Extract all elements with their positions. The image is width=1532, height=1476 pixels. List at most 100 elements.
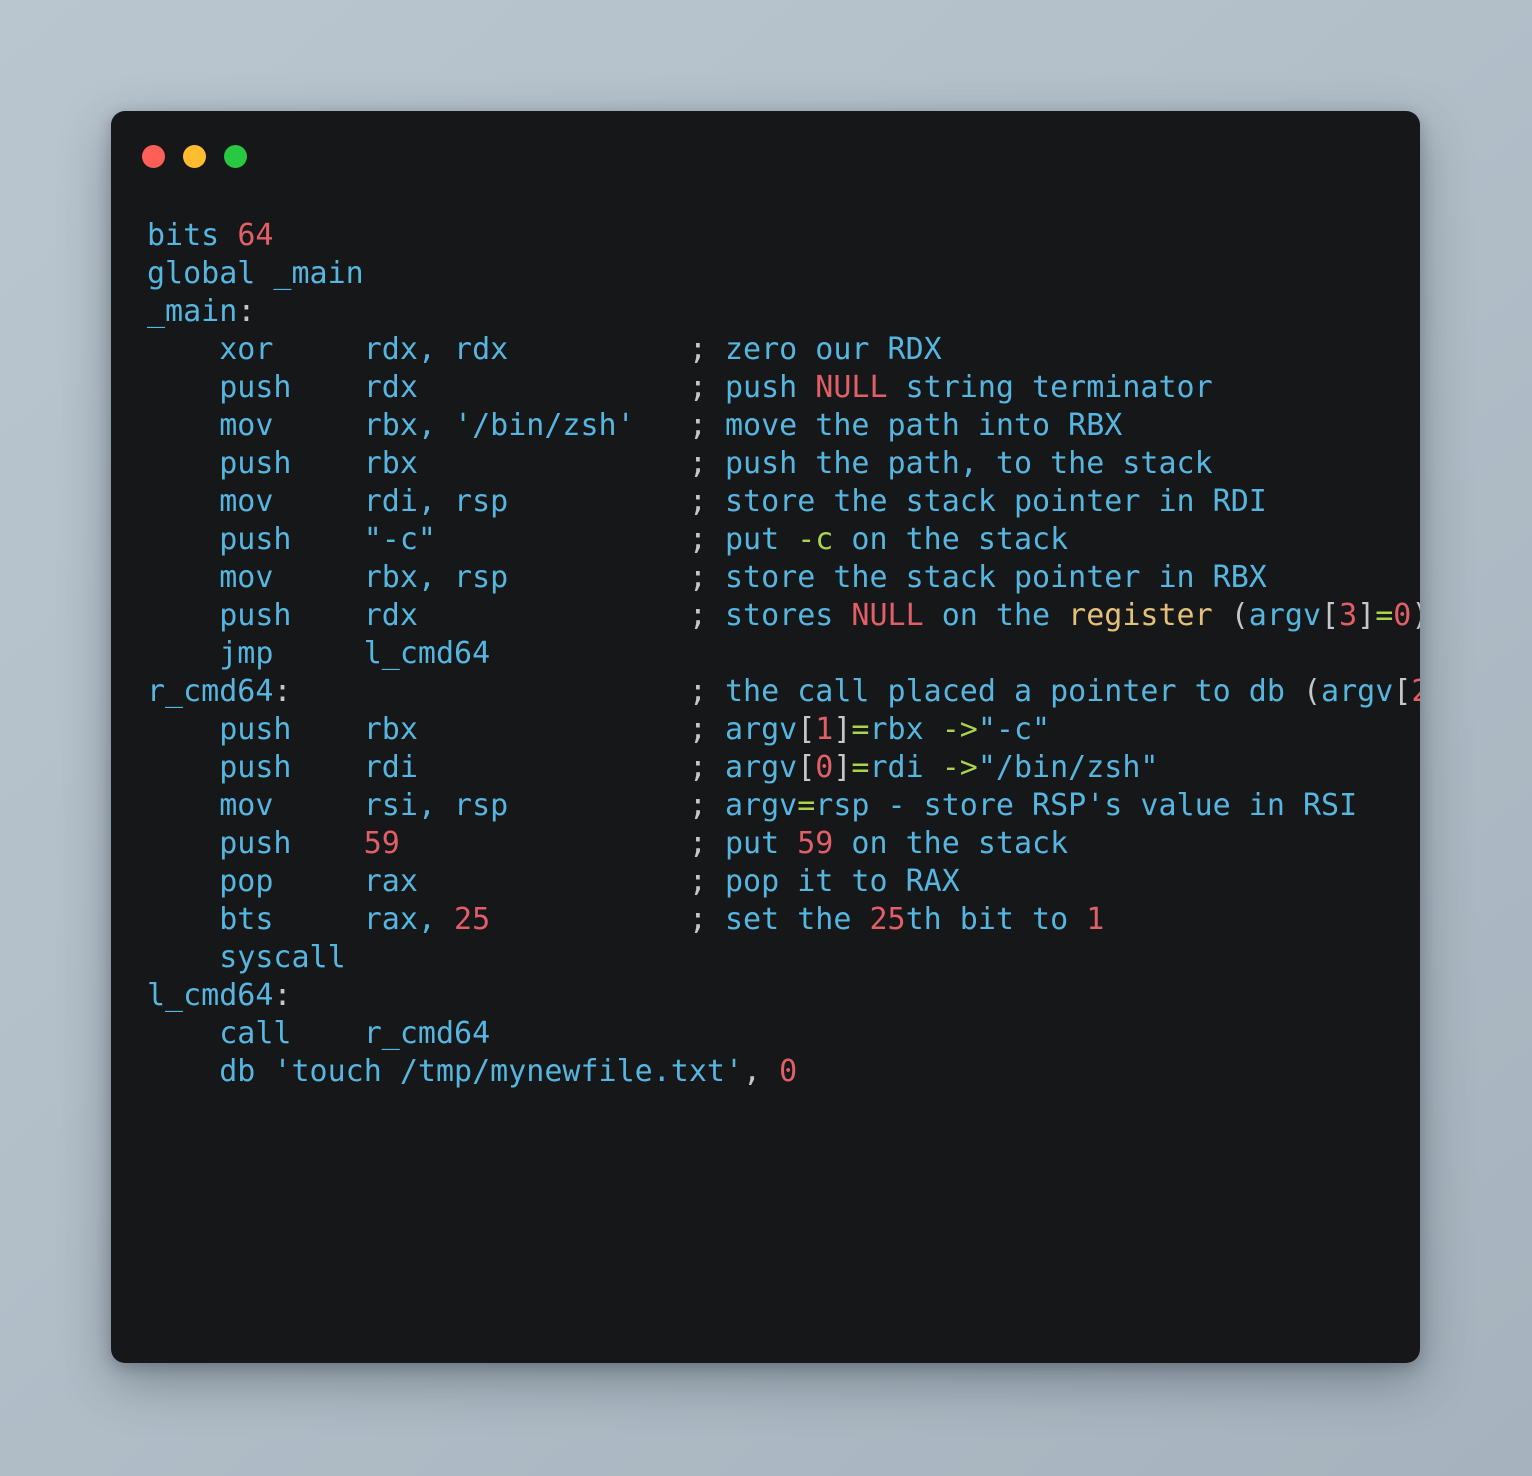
code-token: ;: [688, 750, 707, 785]
code-token: 1: [815, 712, 834, 747]
maximize-button-icon[interactable]: [224, 144, 247, 168]
code-token: argv: [706, 750, 798, 785]
code-line: mov rbx, rsp ; store the stack pointer i…: [147, 559, 1410, 597]
code-token: =: [851, 712, 870, 747]
code-token: mov rdi, rsp: [147, 484, 689, 519]
code-token: push the path, to the stack: [706, 446, 1213, 481]
code-token: xor rdx, rdx: [147, 332, 689, 367]
code-token: ;: [688, 826, 707, 861]
code-token: ,: [743, 1054, 762, 1089]
code-token: ;: [688, 674, 707, 709]
code-token: 1: [1086, 902, 1105, 937]
code-line: push rdx ; stores NULL on the register (…: [147, 597, 1420, 635]
code-token: store the stack pointer in RBX: [706, 560, 1267, 595]
code-token: argv: [706, 712, 798, 747]
code-token: "/bin/zsh": [977, 750, 1159, 785]
code-token: [: [797, 750, 816, 785]
code-token: 25: [869, 902, 906, 937]
code-token: argv: [1248, 598, 1322, 633]
code-line: push rbx ; push the path, to the stack: [147, 445, 1410, 483]
code-line: xor rdx, rdx ; zero our RDX: [147, 331, 1410, 369]
code-token: th bit to: [905, 902, 1087, 937]
code-token: 3: [1339, 598, 1358, 633]
code-token: push: [706, 370, 816, 405]
code-token: on the stack: [833, 826, 1069, 861]
code-line: push "-c" ; put -c on the stack: [147, 521, 1410, 559]
code-token: ;: [688, 902, 707, 937]
code-token: ;: [688, 408, 707, 443]
code-token: [: [797, 712, 816, 747]
code-line: push rbx ; argv[1]=rbx ->"-c": [147, 711, 1410, 749]
code-token: push "-c": [147, 522, 689, 557]
code-token: push rbx: [147, 446, 689, 481]
code-token: mov rsi, rsp: [147, 788, 689, 823]
code-token: ]: [833, 712, 852, 747]
code-editor-window: bits 64 global _main _main: xor rdx, rdx ;…: [111, 111, 1420, 1363]
code-token: move the path into RBX: [706, 408, 1123, 443]
code-token: ->: [941, 712, 978, 747]
code-token: 2: [1411, 674, 1420, 709]
code-token: NULL: [815, 370, 888, 405]
code-token: ]: [1357, 598, 1376, 633]
code-token: ;: [688, 788, 707, 823]
code-token: ;: [688, 332, 707, 367]
code-token: call r_cmd64: [147, 1016, 491, 1051]
code-token: 0: [779, 1054, 798, 1089]
code-line: call r_cmd64: [147, 1015, 1410, 1053]
code-token: register: [1068, 598, 1213, 633]
window-titlebar[interactable]: [111, 111, 1420, 201]
code-line: bits 64: [147, 217, 1410, 255]
code-line: push rdx ; push NULL string terminator: [147, 369, 1410, 407]
code-block[interactable]: bits 64 global _main _main: xor rdx, rdx ;…: [147, 217, 1420, 1353]
code-line: pop rax ; pop it to RAX: [147, 863, 1410, 901]
code-token: store the stack pointer in RDI: [706, 484, 1267, 519]
traffic-light-group: [142, 144, 247, 168]
code-token: syscall: [147, 940, 346, 975]
code-token: (: [1212, 598, 1249, 633]
code-token: 0: [1393, 598, 1412, 633]
code-token: ;: [688, 370, 707, 405]
code-token: the call placed a pointer to db: [706, 674, 1303, 709]
code-line: mov rbx, '/bin/zsh' ; move the path into…: [147, 407, 1410, 445]
code-token: pop rax: [147, 864, 689, 899]
code-token: set the: [706, 902, 870, 937]
code-token: ]: [833, 750, 852, 785]
code-token: mov rbx, '/bin/zsh': [147, 408, 689, 443]
code-token: push rbx: [147, 712, 689, 747]
desktop-background: bits 64 global _main _main: xor rdx, rdx ;…: [0, 0, 1532, 1476]
code-token: 0: [815, 750, 834, 785]
code-token: 'touch /tmp/mynewfile.txt': [273, 1054, 744, 1089]
code-line: push 59 ; put 59 on the stack: [147, 825, 1410, 863]
code-token: ;: [688, 560, 707, 595]
code-token: ;: [688, 446, 707, 481]
code-line: mov rdi, rsp ; store the stack pointer i…: [147, 483, 1410, 521]
code-token: ->: [941, 750, 978, 785]
code-token: ;: [688, 484, 707, 519]
code-line: push rdi ; argv[0]=rdi ->"/bin/zsh": [147, 749, 1410, 787]
code-line: jmp l_cmd64: [147, 635, 1410, 673]
code-token: rbx: [869, 712, 942, 747]
code-token: ;: [688, 712, 707, 747]
code-token: bts rax,: [147, 902, 455, 937]
code-token: :: [273, 978, 292, 1013]
code-token: 59: [797, 826, 834, 861]
code-token: string terminator: [887, 370, 1213, 405]
code-token: argv: [706, 788, 798, 823]
code-token: zero our RDX: [706, 332, 942, 367]
code-line: mov rsi, rsp ; argv=rsp - store RSP's va…: [147, 787, 1410, 825]
code-line: syscall: [147, 939, 1410, 977]
code-token: stores: [706, 598, 852, 633]
close-button-icon[interactable]: [142, 144, 165, 168]
code-line: _main:: [147, 293, 1410, 331]
code-token: push: [147, 826, 364, 861]
code-token: :: [237, 294, 256, 329]
minimize-button-icon[interactable]: [183, 144, 206, 168]
code-token: put: [706, 522, 798, 557]
code-line: r_cmd64: ; the call placed a pointer to …: [147, 673, 1420, 711]
code-token: (: [1302, 674, 1322, 709]
code-token: push rdx: [147, 598, 689, 633]
code-token: [: [1321, 598, 1340, 633]
